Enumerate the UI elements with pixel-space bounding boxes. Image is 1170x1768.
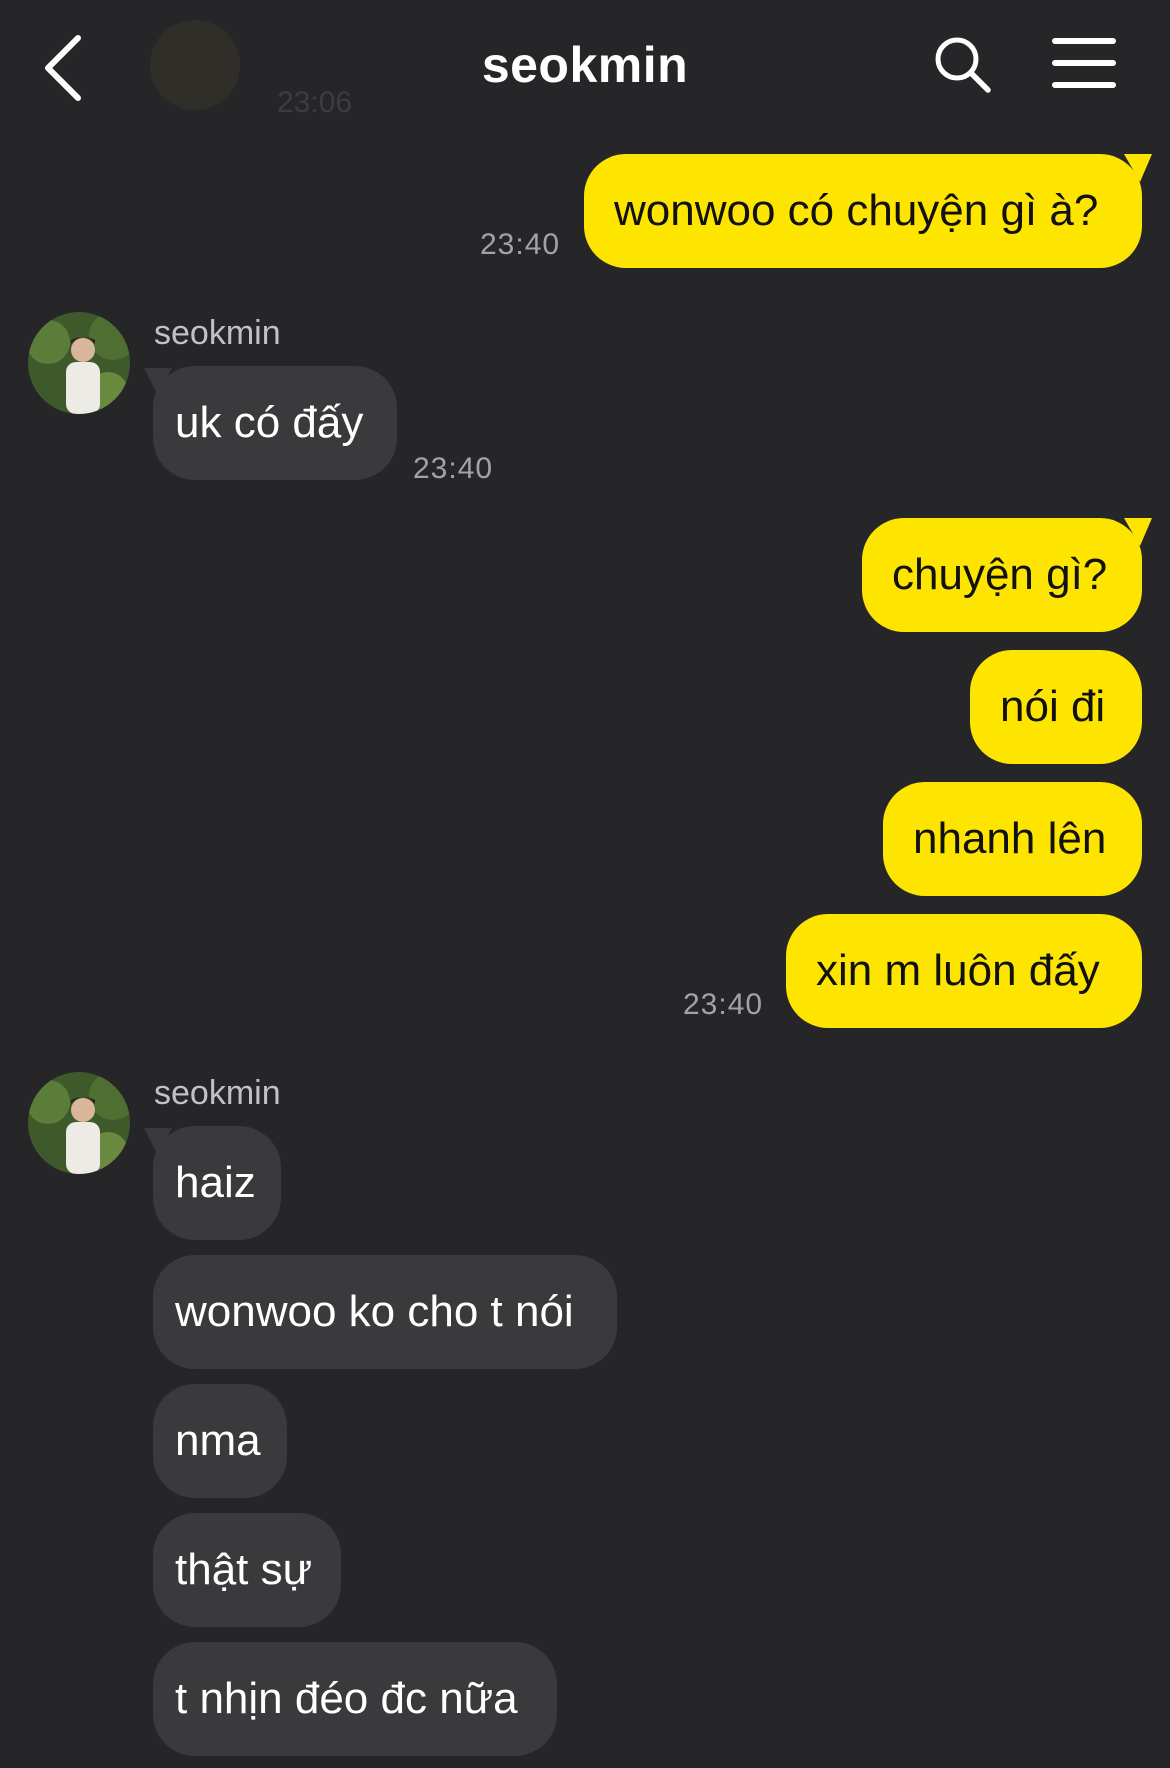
incoming-message[interactable]: t nhịn đéo đc nữa — [153, 1642, 557, 1756]
bubble-tail — [1124, 154, 1152, 182]
outgoing-message[interactable]: nhanh lên — [883, 782, 1142, 896]
incoming-message[interactable]: uk có đấy — [153, 366, 397, 480]
chat-title: seokmin — [481, 37, 689, 93]
incoming-message[interactable]: wonwoo ko cho t nói — [153, 1255, 617, 1369]
incoming-message[interactable]: nma — [153, 1384, 287, 1498]
message-timestamp: 23:40 — [413, 452, 494, 485]
avatar[interactable] — [28, 312, 130, 414]
incoming-message[interactable]: thật sự — [153, 1513, 341, 1627]
message-timestamp: 23:40 — [683, 988, 764, 1021]
outgoing-message[interactable]: nói đi — [970, 650, 1142, 764]
message-timestamp: 23:40 — [480, 228, 561, 261]
incoming-message[interactable]: haiz — [153, 1126, 281, 1240]
chat-header: 23:06 seokmin — [0, 0, 1170, 140]
avatar[interactable] — [28, 1072, 130, 1174]
sender-name: seokmin — [154, 1074, 281, 1112]
hamburger-menu-icon[interactable] — [1052, 38, 1118, 92]
outgoing-message[interactable]: chuyện gì? — [862, 518, 1142, 632]
sender-name: seokmin — [154, 314, 281, 352]
bubble-tail — [1124, 518, 1152, 546]
outgoing-message[interactable]: wonwoo có chuyện gì à? — [584, 154, 1142, 268]
search-icon — [935, 37, 991, 93]
search-button[interactable] — [932, 34, 994, 96]
outgoing-message[interactable]: xin m luôn đấy — [786, 914, 1142, 1028]
